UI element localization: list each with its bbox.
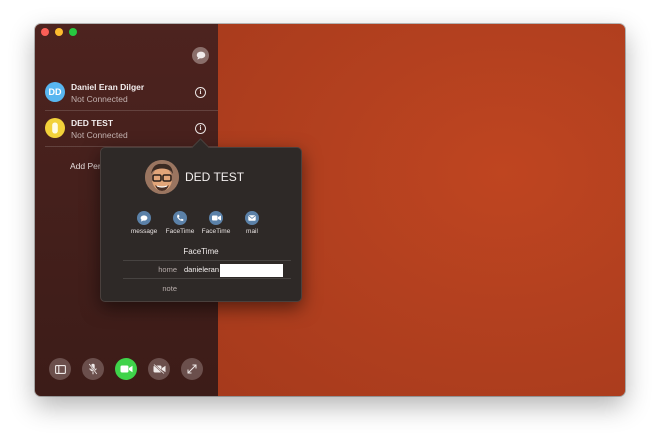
mail-action[interactable]: mail [239, 211, 265, 235]
sidebar-toggle-icon [54, 364, 66, 374]
zoom-window-button[interactable] [69, 28, 77, 36]
call-toolbar [49, 358, 203, 380]
popover-contact-name: DED TEST [185, 170, 245, 184]
contact-actions: message FaceTime FaceTime mail [131, 211, 265, 235]
mail-icon [248, 215, 256, 221]
contact-name: Daniel Eran Dilger [71, 82, 145, 92]
contact-photo-icon [52, 122, 58, 134]
contact-photo [145, 160, 179, 194]
message-icon [140, 214, 148, 222]
fullscreen-button[interactable] [181, 358, 203, 380]
divider [123, 260, 291, 261]
info-icon[interactable]: i [195, 87, 206, 98]
mute-button[interactable] [82, 358, 104, 380]
camera-on-icon [120, 365, 132, 373]
memoji-avatar-icon [145, 160, 179, 194]
divider [45, 110, 218, 111]
message-action[interactable]: message [131, 211, 157, 235]
field-value-home[interactable]: danieleran [184, 265, 219, 274]
window-controls [41, 28, 77, 36]
close-window-button[interactable] [41, 28, 49, 36]
contact-name: DED TEST [71, 118, 114, 128]
avatar: DD [45, 82, 65, 102]
info-icon[interactable]: i [195, 123, 206, 134]
action-label: message [130, 228, 158, 235]
video-icon [211, 215, 221, 221]
facetime-section-title: FaceTime [183, 247, 219, 256]
action-label: FaceTime [165, 228, 195, 235]
field-label-home: home [158, 265, 177, 274]
mute-mic-icon [88, 363, 98, 375]
facetime-video-action[interactable]: FaceTime [201, 211, 231, 235]
divider [123, 278, 291, 279]
chat-bubble-icon [196, 51, 205, 60]
contact-status: Not Connected [71, 94, 128, 104]
camera-off-icon [152, 364, 165, 374]
action-label: FaceTime [201, 228, 231, 235]
chat-button[interactable] [192, 47, 209, 64]
field-label-note: note [162, 284, 177, 293]
phone-icon [177, 214, 184, 221]
minimize-window-button[interactable] [55, 28, 63, 36]
redaction-box [220, 264, 283, 277]
camera-off-button[interactable] [148, 358, 170, 380]
contact-status: Not Connected [71, 130, 128, 140]
video-call-button[interactable] [115, 358, 137, 380]
sidebar-toggle-button[interactable] [49, 358, 71, 380]
contact-card-popover: DED TEST message FaceTime FaceTime mail … [100, 138, 302, 302]
fullscreen-icon [187, 364, 197, 374]
facetime-audio-action[interactable]: FaceTime [165, 211, 195, 235]
action-label: mail [246, 228, 258, 235]
avatar [45, 118, 65, 138]
